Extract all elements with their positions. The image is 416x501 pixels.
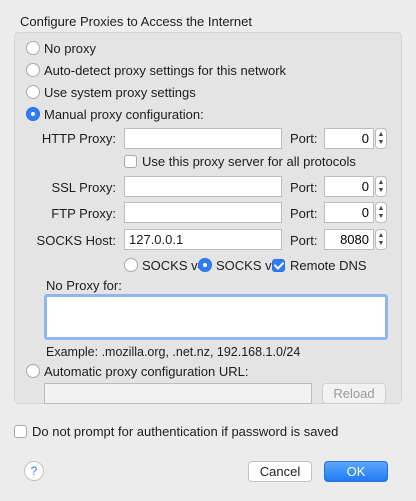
ok-button[interactable]: OK xyxy=(324,461,388,482)
use-for-all-label: Use this proxy server for all protocols xyxy=(142,153,356,169)
ssl-port-label: Port: xyxy=(290,180,318,195)
socks-port-stepper[interactable]: ▲ ▼ xyxy=(375,229,387,250)
stepper-up-icon: ▲ xyxy=(377,130,385,138)
http-port-label: Port: xyxy=(290,131,318,146)
cancel-button[interactable]: Cancel xyxy=(248,461,312,482)
stepper-up-icon: ▲ xyxy=(377,204,385,212)
ftp-proxy-label: FTP Proxy: xyxy=(51,206,116,221)
auto-detect-option[interactable]: Auto-detect proxy settings for this netw… xyxy=(26,60,286,80)
no-proxy-example: Example: .mozilla.org, .net.nz, 192.168.… xyxy=(46,345,301,359)
socks-v4-option[interactable]: SOCKS v4 xyxy=(124,255,205,275)
ssl-proxy-label: SSL Proxy: xyxy=(51,180,116,195)
do-not-prompt-checkbox[interactable] xyxy=(14,424,27,438)
manual-proxy-option[interactable]: Manual proxy configuration: xyxy=(26,104,204,124)
auto-config-url-input[interactable] xyxy=(44,383,312,404)
stepper-down-icon: ▼ xyxy=(377,138,385,146)
socks-v5-label: SOCKS v5 xyxy=(216,257,279,273)
http-proxy-input[interactable] xyxy=(124,128,282,149)
socks-port-input[interactable] xyxy=(324,229,374,250)
socks-host-label: SOCKS Host: xyxy=(36,233,116,248)
socks-v4-radio[interactable] xyxy=(124,258,138,272)
do-not-prompt-option[interactable]: Do not prompt for authentication if pass… xyxy=(14,421,338,441)
http-port-input[interactable] xyxy=(324,128,374,149)
ssl-port-stepper[interactable]: ▲ ▼ xyxy=(375,176,387,197)
stepper-down-icon: ▼ xyxy=(377,239,385,247)
ftp-port-label: Port: xyxy=(290,206,318,221)
socks-v5-option[interactable]: SOCKS v5 xyxy=(198,255,279,275)
stepper-up-icon: ▲ xyxy=(377,231,385,239)
socks-v4-label: SOCKS v4 xyxy=(142,257,205,273)
auto-config-url-label: Automatic proxy configuration URL: xyxy=(44,363,249,379)
http-proxy-label: HTTP Proxy: xyxy=(41,131,116,146)
reload-button[interactable]: Reload xyxy=(322,383,386,404)
no-proxy-label: No proxy xyxy=(44,40,97,56)
stepper-down-icon: ▼ xyxy=(377,186,385,194)
auto-detect-label: Auto-detect proxy settings for this netw… xyxy=(44,62,287,78)
use-for-all-checkbox[interactable] xyxy=(124,154,137,168)
do-not-prompt-label: Do not prompt for authentication if pass… xyxy=(32,423,339,439)
ftp-port-input[interactable] xyxy=(324,202,374,223)
auto-detect-radio[interactable] xyxy=(26,63,40,77)
remote-dns-label: Remote DNS xyxy=(290,257,367,273)
socks-v5-radio[interactable] xyxy=(198,258,212,272)
auto-config-url-option[interactable]: Automatic proxy configuration URL: xyxy=(26,361,248,381)
system-proxy-option[interactable]: Use system proxy settings xyxy=(26,82,196,102)
ssl-port-input[interactable] xyxy=(324,176,374,197)
system-proxy-radio[interactable] xyxy=(26,85,40,99)
no-proxy-for-textarea[interactable] xyxy=(44,294,388,340)
stepper-up-icon: ▲ xyxy=(377,178,385,186)
ssl-proxy-input[interactable] xyxy=(124,176,282,197)
no-proxy-option[interactable]: No proxy xyxy=(26,38,96,58)
help-button[interactable]: ? xyxy=(24,461,44,481)
manual-proxy-radio[interactable] xyxy=(26,107,40,121)
ftp-port-stepper[interactable]: ▲ ▼ xyxy=(375,202,387,223)
ftp-proxy-input[interactable] xyxy=(124,202,282,223)
section-title: Configure Proxies to Access the Internet xyxy=(20,14,252,29)
stepper-down-icon: ▼ xyxy=(377,212,385,220)
no-proxy-radio[interactable] xyxy=(26,41,40,55)
remote-dns-checkbox[interactable] xyxy=(272,258,285,272)
http-port-stepper[interactable]: ▲ ▼ xyxy=(375,128,387,149)
socks-port-label: Port: xyxy=(290,233,318,248)
socks-host-input[interactable] xyxy=(124,229,282,250)
manual-proxy-label: Manual proxy configuration: xyxy=(44,106,204,122)
system-proxy-label: Use system proxy settings xyxy=(44,84,196,100)
remote-dns-option[interactable]: Remote DNS xyxy=(272,255,367,275)
use-for-all-option[interactable]: Use this proxy server for all protocols xyxy=(124,151,356,171)
auto-config-url-radio[interactable] xyxy=(26,364,40,378)
no-proxy-for-label: No Proxy for: xyxy=(46,278,122,293)
